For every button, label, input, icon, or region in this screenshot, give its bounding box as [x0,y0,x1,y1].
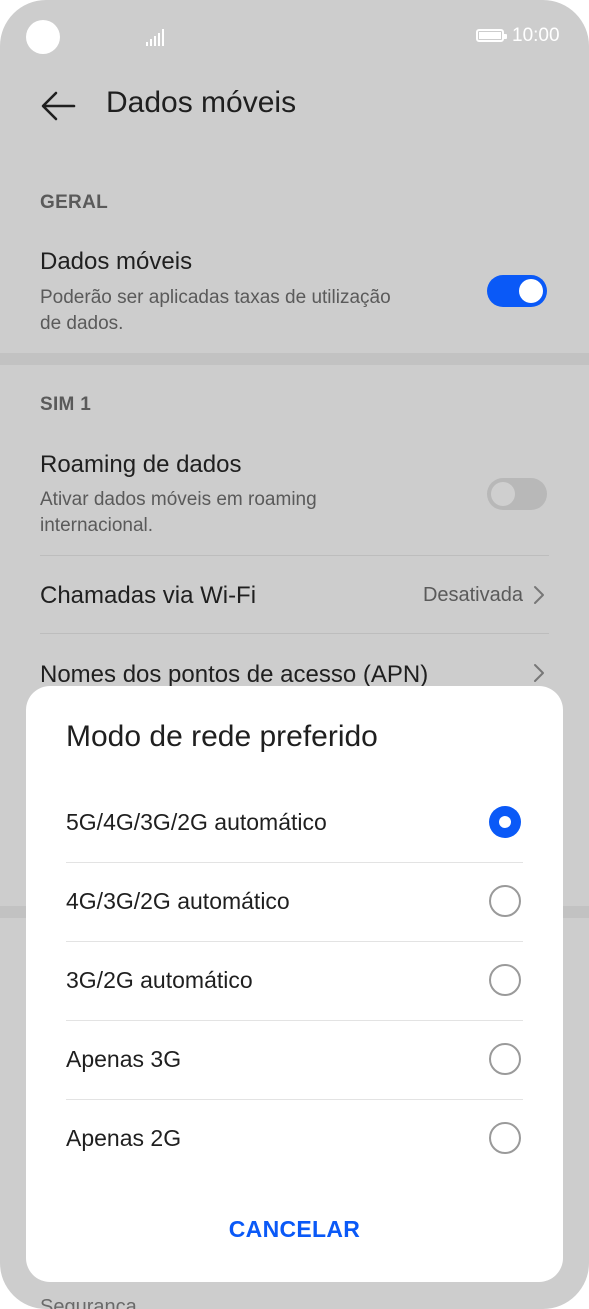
option-label: 4G/3G/2G automático [66,888,290,914]
toggle-knob [519,279,543,303]
signal-icon [146,28,170,46]
page-title: Dados móveis [106,86,297,119]
chevron-right-icon [534,586,544,604]
radio-icon[interactable] [489,964,521,996]
section-separator [0,353,589,365]
mobile-data-toggle[interactable] [487,275,547,307]
battery-icon [476,29,507,42]
network-mode-dialog: Modo de rede preferido 5G/4G/3G/2G autom… [26,686,563,1282]
radio-icon[interactable] [489,1043,521,1075]
chevron-right-icon [534,664,544,682]
roaming-toggle[interactable] [487,478,547,510]
dialog-title: Modo de rede preferido [66,720,378,753]
apn-title[interactable]: Nomes dos pontos de acesso (APN) [40,661,428,689]
divider [40,633,549,634]
section-label-sim1: SIM 1 [40,394,92,415]
option-3g-only[interactable]: Apenas 3G [66,1021,523,1100]
option-4g-3g-2g-auto[interactable]: 4G/3G/2G automático [66,863,523,942]
option-label: Apenas 2G [66,1125,182,1151]
radio-icon[interactable] [489,885,521,917]
radio-icon[interactable] [489,806,521,838]
section-label-general: GERAL [40,192,108,213]
radio-icon[interactable] [489,1122,521,1154]
roaming-title: Roaming de dados [40,451,242,478]
bottom-peek-label: Segurança [40,1296,137,1309]
toggle-knob [491,482,515,506]
option-label: 3G/2G automático [66,967,253,993]
status-time: 10:00 [512,25,560,46]
roaming-subtitle: Ativar dados móveis em roaming internaci… [40,489,317,536]
option-label: Apenas 3G [66,1046,182,1072]
option-2g-only[interactable]: Apenas 2G [66,1100,523,1179]
camera-cutout [26,20,60,54]
wifi-calling-value: Desativada [422,584,523,606]
option-label: 5G/4G/3G/2G automático [66,809,327,835]
status-bar: 10:00 [0,0,589,72]
option-3g-2g-auto[interactable]: 3G/2G automático [66,942,523,1021]
option-5g-4g-3g-2g-auto[interactable]: 5G/4G/3G/2G automático [66,784,523,863]
mobile-data-subtitle: Poderão ser aplicadas taxas de utilizaçã… [40,287,391,334]
phone-screen: 10:00 Dados móveis GERAL Dados móveis Po… [0,0,589,1309]
back-arrow-icon[interactable] [40,90,76,122]
cancel-button[interactable]: CANCELAR [26,1216,563,1243]
wifi-calling-title[interactable]: Chamadas via Wi-Fi [40,582,256,610]
divider [40,555,549,556]
mobile-data-title: Dados móveis [40,248,193,275]
